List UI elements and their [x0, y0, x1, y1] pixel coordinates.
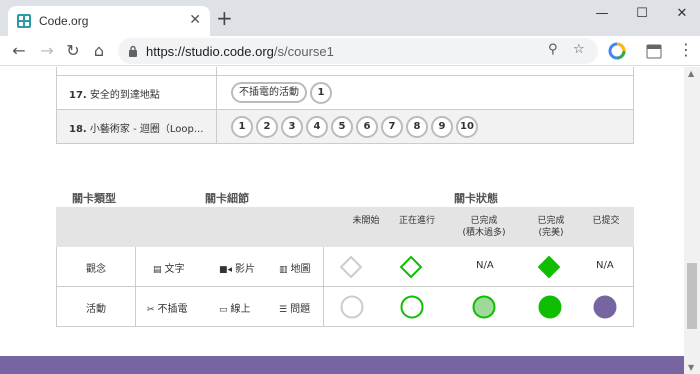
- key-row-concept: 觀念 ▤ 文字 ■◂ 影片 ▥ 地圖 N/A N/A: [56, 247, 634, 287]
- browser-toolbar: ← → ↻ ⌂ https://studio.code.org/s/course…: [0, 36, 700, 66]
- browser-tab[interactable]: Code.org ✕: [8, 6, 210, 36]
- status-submitted: 已提交: [592, 216, 620, 226]
- lesson-name[interactable]: 18. 小藝術家 - 迴圈（Loop...: [69, 120, 203, 135]
- address-bar[interactable]: https://studio.code.org/s/course1 ⚲ ☆: [118, 38, 598, 64]
- detail-online: ▭ 線上: [219, 304, 251, 315]
- forward-arrow-icon[interactable]: →: [38, 41, 56, 60]
- back-arrow-icon[interactable]: ←: [10, 41, 28, 60]
- map-icon: ▥: [279, 265, 288, 275]
- menu-dots-icon[interactable]: ⋮: [678, 40, 694, 59]
- scroll-down-icon[interactable]: ▼: [688, 363, 694, 372]
- level-bubble[interactable]: 8: [406, 116, 428, 138]
- row-label: 活動: [86, 304, 106, 315]
- key-status-header: 未開始 正在進行 已完成 (積木過多) 已完成 (完美) 已提交: [56, 207, 634, 247]
- completed-perfect-diamond: [538, 256, 560, 278]
- scissors-icon: ✂: [147, 305, 155, 315]
- home-icon[interactable]: ⌂: [90, 41, 108, 60]
- level-bubble[interactable]: 9: [431, 116, 453, 138]
- code-org-favicon-icon: [17, 14, 31, 28]
- detail-text: ▤ 文字: [153, 264, 185, 275]
- detail-unplugged: ✂ 不插電: [147, 304, 188, 315]
- extension-icon[interactable]: [608, 42, 626, 60]
- lesson-bubbles: 1 2 3 4 5 6 7 8 9 10: [231, 116, 478, 138]
- na-text: N/A: [476, 260, 494, 271]
- in-progress-diamond: [400, 256, 422, 278]
- page-scrollbar[interactable]: ▲ ▼: [684, 67, 700, 374]
- level-bubble[interactable]: 6: [356, 116, 378, 138]
- key-row-activity: 活動 ✂ 不插電 ▭ 線上 ☰ 問題: [56, 287, 634, 327]
- browser-titlebar: Code.org ✕ + — ☐ ✕: [0, 0, 700, 36]
- document-icon: ▤: [153, 265, 162, 275]
- footer-band: [0, 356, 700, 374]
- minimize-button[interactable]: —: [592, 6, 612, 21]
- list-icon: ☰: [279, 305, 288, 315]
- close-window-button[interactable]: ✕: [672, 6, 692, 21]
- not-started-circle: [340, 295, 364, 319]
- lesson-row: 18. 小藝術家 - 迴圈（Loop... 1 2 3 4 5 6 7 8 9 10: [57, 109, 633, 143]
- lock-icon: [129, 45, 137, 57]
- detail-video: ■◂ 影片: [219, 264, 256, 275]
- level-bubble[interactable]: 5: [331, 116, 353, 138]
- calendar-extension-icon[interactable]: [645, 42, 663, 60]
- lesson-row: 17. 安全的到達地點 不插電的活動 1: [57, 75, 633, 109]
- video-icon: ■◂: [219, 265, 233, 275]
- level-bubble[interactable]: 1: [310, 82, 332, 104]
- not-started-diamond: [340, 256, 362, 278]
- level-bubble[interactable]: 10: [456, 116, 478, 138]
- level-bubble[interactable]: 2: [256, 116, 278, 138]
- level-key-table: 未開始 正在進行 已完成 (積木過多) 已完成 (完美) 已提交 觀念 ▤ 文字 …: [56, 207, 634, 327]
- scroll-up-icon[interactable]: ▲: [688, 69, 694, 78]
- tab-title: Code.org: [39, 14, 89, 28]
- level-bubble[interactable]: 4: [306, 116, 328, 138]
- desktop-icon: ▭: [219, 305, 228, 315]
- in-progress-circle: [400, 295, 424, 319]
- key-heading-type: 關卡類型: [72, 192, 116, 205]
- partial-row: [57, 67, 633, 75]
- completed-perfect-circle: [538, 295, 562, 319]
- maximize-button[interactable]: ☐: [632, 6, 652, 21]
- submitted-circle: [593, 295, 617, 319]
- page-content: 17. 安全的到達地點 不插電的活動 1 18. 小藝術家 - 迴圈（Loop.…: [0, 67, 700, 374]
- lesson-bubbles: 不插電的活動 1: [231, 82, 332, 104]
- level-bubble[interactable]: 3: [281, 116, 303, 138]
- reload-icon[interactable]: ↻: [64, 41, 82, 60]
- detail-question: ☰ 問題: [279, 304, 311, 315]
- lesson-name[interactable]: 17. 安全的到達地點: [69, 86, 160, 101]
- detail-map: ▥ 地圖: [279, 264, 311, 275]
- tab-close-icon[interactable]: ✕: [189, 11, 201, 29]
- row-label: 觀念: [86, 264, 106, 275]
- lesson-progress-table: 17. 安全的到達地點 不插電的活動 1 18. 小藝術家 - 迴圈（Loop.…: [56, 67, 634, 144]
- zoom-icon[interactable]: ⚲: [548, 42, 558, 57]
- level-bubble[interactable]: 1: [231, 116, 253, 138]
- key-heading-details: 關卡細節: [205, 192, 249, 205]
- na-text: N/A: [596, 260, 614, 271]
- key-heading-status: 關卡狀態: [454, 192, 498, 205]
- url-text: https://studio.code.org/s/course1: [146, 44, 334, 59]
- completed-too-many-circle: [472, 295, 496, 319]
- scrollbar-thumb[interactable]: [687, 263, 697, 329]
- level-bubble[interactable]: 7: [381, 116, 403, 138]
- unplugged-activity-pill[interactable]: 不插電的活動: [231, 82, 307, 103]
- bookmark-star-icon[interactable]: ☆: [573, 42, 585, 57]
- new-tab-button[interactable]: +: [216, 8, 233, 28]
